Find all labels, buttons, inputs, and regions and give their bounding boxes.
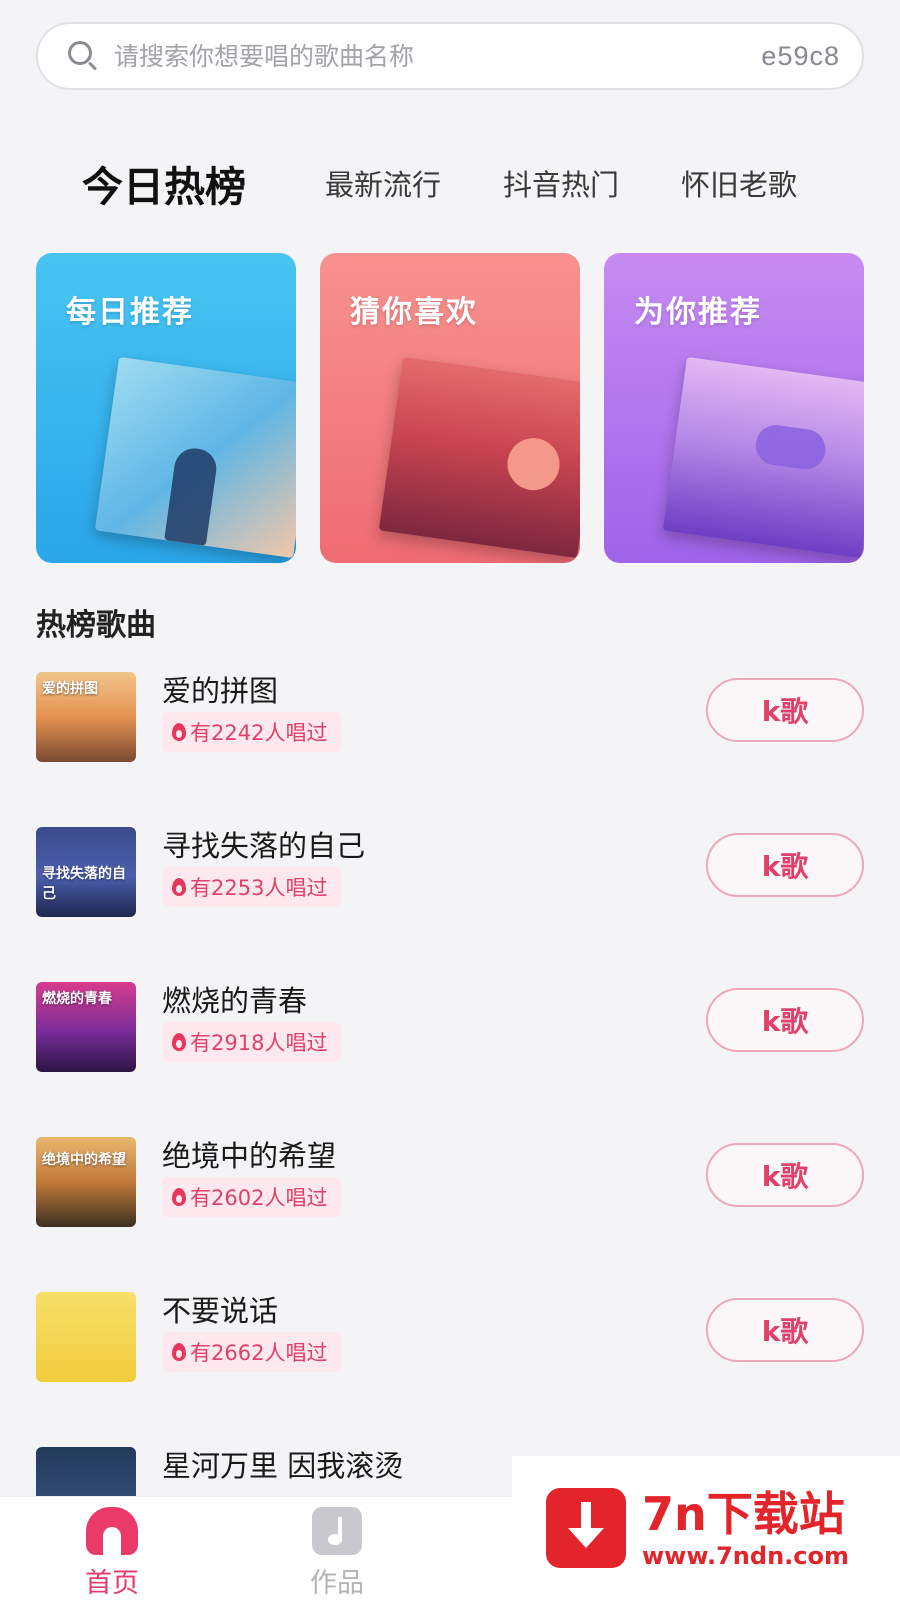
nav-works-label: 作品 [310,1568,364,1599]
song-title: 星河万里 因我滚烫 [162,1449,404,1483]
k-song-button[interactable]: k歌 [706,988,864,1052]
song-title: 燃烧的青春 [162,984,308,1018]
card-guess-you-like[interactable]: 猜你喜欢 [320,253,580,563]
song-cover: 燃烧的青春 [36,982,136,1072]
watermark: 7n下载站 www.7ndn.com [512,1456,900,1600]
song-row[interactable]: 燃烧的青春 燃烧的青春 有2918人唱过 k歌 [0,972,900,1082]
song-row[interactable]: 寻找失落的自己 寻找失落的自己 有2253人唱过 k歌 [0,817,900,927]
sung-count-badge: 有2253人唱过 [162,867,342,907]
card-artwork [378,356,580,559]
flame-icon [172,723,186,741]
song-title: 不要说话 [162,1294,279,1328]
download-icon [546,1488,626,1568]
search-input[interactable] [114,41,762,71]
sung-count: 有2253人唱过 [190,876,328,900]
song-title: 绝境中的希望 [162,1139,337,1173]
cover-text: 燃烧的青春 [42,991,112,1007]
k-song-button[interactable]: k歌 [706,833,864,897]
song-cover [36,1292,136,1382]
sung-count: 有2918人唱过 [190,1031,328,1055]
category-tabs: 今日热榜 最新流行 抖音热门 怀旧老歌 [82,148,862,218]
tab-oldies[interactable]: 怀旧老歌 [681,148,797,218]
search-bar[interactable]: e59c8 [36,22,864,90]
song-cover: 绝境中的希望 [36,1137,136,1227]
song-title: 爱的拼图 [162,674,279,708]
sung-count-badge: 有2918人唱过 [162,1022,342,1062]
tab-today-hot[interactable]: 今日热榜 [82,148,246,218]
song-title: 寻找失落的自己 [162,829,366,863]
cover-text: 寻找失落的自己 [42,866,126,902]
song-row[interactable]: 不要说话 有2662人唱过 k歌 [0,1282,900,1392]
card-title: 每日推荐 [66,295,194,330]
k-song-button[interactable]: k歌 [706,1298,864,1362]
sung-count-badge: 有2602人唱过 [162,1177,342,1217]
sung-count: 有2242人唱过 [190,721,328,745]
card-artwork [662,356,864,559]
flame-icon [172,1033,186,1051]
cover-text: 爱的拼图 [42,681,98,697]
k-song-button[interactable]: k歌 [706,1143,864,1207]
flame-icon [172,1188,186,1206]
flame-icon [172,878,186,896]
sung-count-badge: 有2242人唱过 [162,712,342,752]
sung-count: 有2662人唱过 [190,1341,328,1365]
song-cover: 寻找失落的自己 [36,827,136,917]
cover-text: 绝境中的希望 [42,1152,126,1168]
home-icon [86,1507,138,1555]
song-row[interactable]: 绝境中的希望 绝境中的希望 有2602人唱过 k歌 [0,1127,900,1237]
card-for-you[interactable]: 为你推荐 [604,253,864,563]
music-note-icon [312,1507,362,1555]
card-daily-recommend[interactable]: 每日推荐 [36,253,296,563]
card-title: 为你推荐 [634,295,762,330]
nav-home[interactable]: 首页 [52,1507,172,1600]
card-title: 猜你喜欢 [350,295,478,330]
flame-icon [172,1343,186,1361]
nav-works[interactable]: 作品 [277,1507,397,1600]
card-artwork [94,356,296,559]
tab-latest-pop[interactable]: 最新流行 [325,148,441,218]
sung-count-badge: 有2662人唱过 [162,1332,342,1372]
watermark-url: www.7ndn.com [642,1542,849,1570]
song-cover: 爱的拼图 [36,672,136,762]
tab-douyin-hot[interactable]: 抖音热门 [503,148,619,218]
nav-home-label: 首页 [85,1568,139,1599]
search-icon [66,39,100,73]
search-code: e59c8 [761,40,840,71]
watermark-name: 7n下载站 [642,1487,845,1541]
k-song-button[interactable]: k歌 [706,678,864,742]
section-title: 热榜歌曲 [36,608,156,643]
song-row[interactable]: 爱的拼图 爱的拼图 有2242人唱过 k歌 [0,662,900,772]
sung-count: 有2602人唱过 [190,1186,328,1210]
